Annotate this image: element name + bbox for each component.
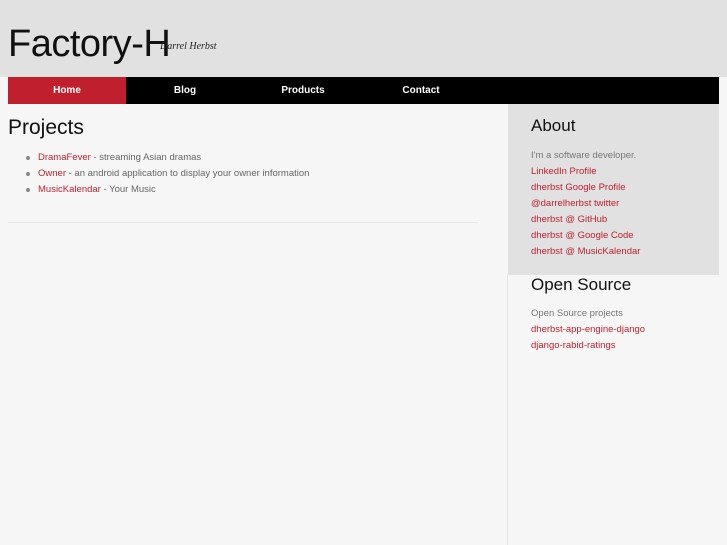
project-link-owner[interactable]: Owner [38, 168, 66, 179]
project-desc: - Your Music [100, 184, 156, 195]
app-engine-django-link[interactable]: dherbst-app-engine-django [531, 322, 645, 338]
main-nav: Home Blog Products Contact [8, 77, 719, 104]
open-source-heading: Open Source [531, 275, 632, 294]
open-source-intro: Open Source projects [531, 308, 623, 319]
list-item: Owner - an android application to displa… [25, 166, 310, 182]
project-link-musickalendar[interactable]: MusicKalendar [38, 184, 101, 195]
google-profile-link[interactable]: dherbst Google Profile [531, 180, 640, 196]
google-code-link[interactable]: dherbst @ Google Code [531, 228, 640, 244]
project-link-dramafever[interactable]: DramaFever [38, 152, 91, 163]
rabid-ratings-link[interactable]: django-rabid-ratings [531, 338, 645, 354]
project-desc: - streaming Asian dramas [90, 152, 202, 163]
project-desc: - an android application to display your… [65, 168, 310, 179]
site-title[interactable]: Factory-H [8, 22, 171, 66]
nav-item-home[interactable]: Home [8, 77, 126, 104]
list-item: MusicKalendar - Your Music [25, 182, 309, 198]
linkedin-link[interactable]: LinkedIn Profile [531, 164, 640, 180]
sidebar-open-source: Open Source Open Source projects dherbst… [508, 275, 719, 375]
nav-item-products[interactable]: Products [244, 77, 362, 104]
list-item: DramaFever - streaming Asian dramas [25, 150, 309, 166]
content-divider [8, 222, 478, 223]
about-heading: About [531, 116, 576, 135]
twitter-link[interactable]: @darrelherbst twitter [531, 196, 640, 212]
musickalendar-link[interactable]: dherbst @ MusicKalendar [531, 244, 640, 260]
page-title: Projects [8, 116, 84, 139]
site-subtitle: Darrel Herbst [160, 41, 217, 52]
sidebar-about: About I'm a software developer. LinkedIn… [508, 104, 719, 275]
nav-item-blog[interactable]: Blog [126, 77, 244, 104]
project-list: DramaFever - streaming Asian dramas Owne… [8, 150, 309, 198]
about-links: I'm a software developer. LinkedIn Profi… [531, 148, 640, 260]
open-source-links: Open Source projects dherbst-app-engine-… [531, 306, 645, 354]
github-link[interactable]: dherbst @ GitHub [531, 212, 640, 228]
site-header: Factory-H Darrel Herbst [0, 0, 727, 77]
about-intro: I'm a software developer. [531, 150, 637, 161]
nav-item-contact[interactable]: Contact [362, 77, 480, 104]
